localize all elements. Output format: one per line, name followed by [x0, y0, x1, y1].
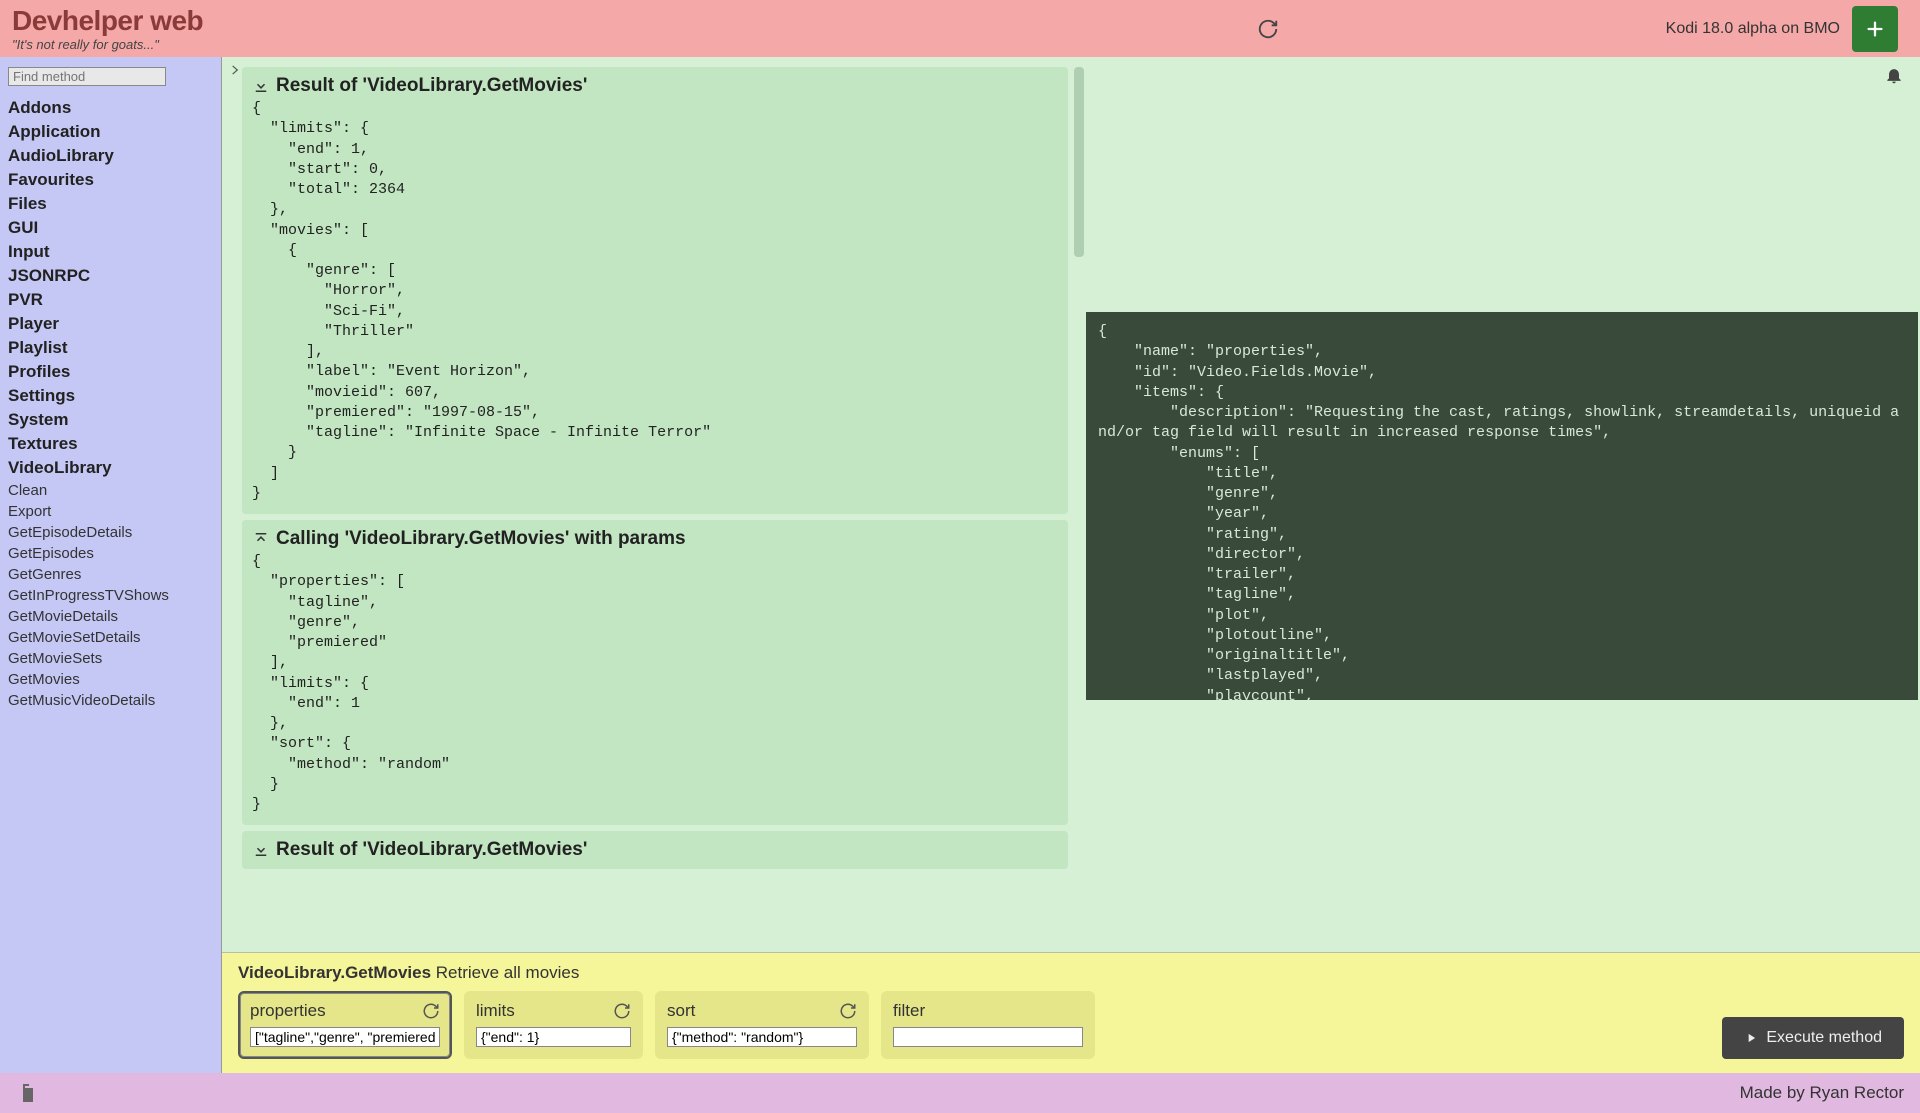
param-label: filter	[893, 1001, 925, 1021]
param-filter[interactable]: filter	[881, 991, 1095, 1059]
nav-sub-getmoviedetails[interactable]: GetMovieDetails	[8, 606, 213, 627]
upload-icon[interactable]	[252, 530, 270, 548]
nav-sub-getmovies[interactable]: GetMovies	[8, 669, 213, 690]
log-body: { "properties": [ "tagline", "genre", "p…	[252, 552, 1058, 815]
sidebar: Addons Application AudioLibrary Favourit…	[0, 57, 222, 1073]
nav-sub-export[interactable]: Export	[8, 501, 213, 522]
add-host-button[interactable]	[1852, 6, 1898, 52]
app-tagline: "It's not really for goats..."	[12, 37, 1250, 52]
refresh-param-icon[interactable]	[422, 1002, 440, 1020]
nav-input[interactable]: Input	[8, 240, 213, 264]
refresh-param-icon[interactable]	[839, 1002, 857, 1020]
nav-gui[interactable]: GUI	[8, 216, 213, 240]
nav-playlist[interactable]: Playlist	[8, 336, 213, 360]
param-limits-input[interactable]	[476, 1027, 631, 1047]
nav-profiles[interactable]: Profiles	[8, 360, 213, 384]
nav-application[interactable]: Application	[8, 120, 213, 144]
nav-audiolibrary[interactable]: AudioLibrary	[8, 144, 213, 168]
logs-scrollbar[interactable]	[1074, 67, 1084, 257]
nav-textures[interactable]: Textures	[8, 432, 213, 456]
nav-sub-getepisodes[interactable]: GetEpisodes	[8, 543, 213, 564]
param-limits[interactable]: limits	[464, 991, 643, 1059]
nav-jsonrpc[interactable]: JSONRPC	[8, 264, 213, 288]
param-doc-panel: { "name": "properties", "id": "Video.Fie…	[1086, 312, 1918, 700]
nav-sub-getmoviesets[interactable]: GetMovieSets	[8, 648, 213, 669]
param-filter-input[interactable]	[893, 1027, 1083, 1047]
app-title: Devhelper web	[12, 5, 1250, 37]
param-properties-input[interactable]	[250, 1027, 440, 1047]
log-title: Calling 'VideoLibrary.GetMovies' with pa…	[276, 528, 686, 550]
method-description: VideoLibrary.GetMovies Retrieve all movi…	[238, 963, 1904, 983]
log-title: Result of 'VideoLibrary.GetMovies'	[276, 839, 587, 861]
log-title: Result of 'VideoLibrary.GetMovies'	[276, 75, 587, 97]
nav-sub-getmoviesetdetails[interactable]: GetMovieSetDetails	[8, 627, 213, 648]
param-sort-input[interactable]	[667, 1027, 857, 1047]
log-body: { "limits": { "end": 1, "start": 0, "tot…	[252, 99, 1058, 504]
nav-sub-clean[interactable]: Clean	[8, 480, 213, 501]
download-icon[interactable]	[252, 77, 270, 95]
theme-icon[interactable]	[16, 1081, 40, 1105]
refresh-param-icon[interactable]	[613, 1002, 631, 1020]
nav-sub-getinprogresstvshows[interactable]: GetInProgressTVShows	[8, 585, 213, 606]
find-method-input[interactable]	[8, 67, 166, 86]
nav-sub-getmusicvideodetails[interactable]: GetMusicVideoDetails	[8, 690, 213, 711]
param-label: properties	[250, 1001, 326, 1021]
param-label: limits	[476, 1001, 515, 1021]
param-properties[interactable]: properties	[238, 991, 452, 1059]
nav-player[interactable]: Player	[8, 312, 213, 336]
nav-sub-getgenres[interactable]: GetGenres	[8, 564, 213, 585]
refresh-icon[interactable]	[1250, 11, 1286, 47]
nav-videolibrary[interactable]: VideoLibrary	[8, 456, 213, 480]
footer-credit: Made by Ryan Rector	[1740, 1083, 1904, 1103]
nav-system[interactable]: System	[8, 408, 213, 432]
collapse-logs-icon[interactable]	[228, 63, 242, 77]
download-icon[interactable]	[252, 841, 270, 859]
execute-method-button[interactable]: Execute method	[1722, 1017, 1904, 1059]
notifications-icon[interactable]	[1884, 65, 1904, 85]
param-label: sort	[667, 1001, 695, 1021]
nav-addons[interactable]: Addons	[8, 96, 213, 120]
nav-favourites[interactable]: Favourites	[8, 168, 213, 192]
active-host-label[interactable]: Kodi 18.0 alpha on BMO	[1666, 20, 1840, 38]
param-sort[interactable]: sort	[655, 991, 869, 1059]
nav-settings[interactable]: Settings	[8, 384, 213, 408]
nav-pvr[interactable]: PVR	[8, 288, 213, 312]
nav-sub-getepisodedetails[interactable]: GetEpisodeDetails	[8, 522, 213, 543]
log-pane: Result of 'VideoLibrary.GetMovies' { "li…	[222, 57, 1084, 952]
nav-files[interactable]: Files	[8, 192, 213, 216]
